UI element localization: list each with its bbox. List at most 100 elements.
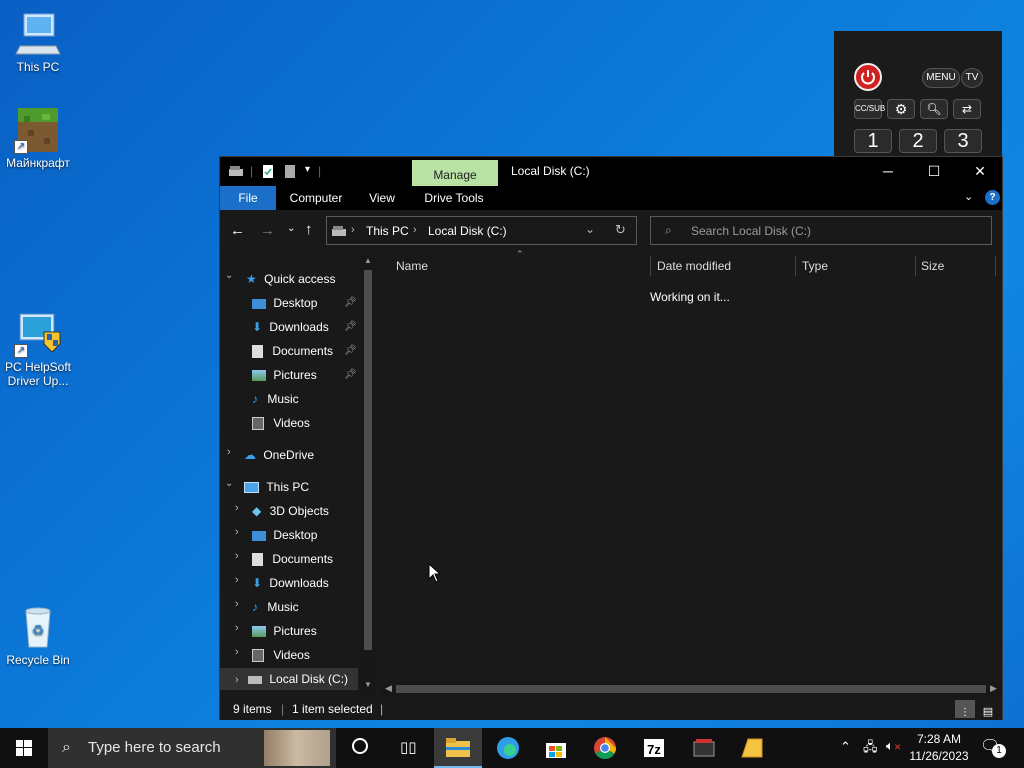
expand-ribbon-icon[interactable]: ⌄ bbox=[964, 190, 973, 203]
properties-icon[interactable] bbox=[262, 164, 274, 179]
nav-quick-videos[interactable]: Videos bbox=[252, 412, 310, 434]
nav-scrollbar-thumb[interactable] bbox=[364, 270, 372, 650]
taskbar-file-explorer[interactable] bbox=[434, 728, 482, 768]
nav-pc-documents[interactable]: Documents bbox=[252, 548, 333, 570]
back-arrow-icon[interactable]: ← bbox=[230, 222, 245, 239]
nav-pc-videos[interactable]: Videos bbox=[252, 644, 310, 666]
nav-quick-downloads[interactable]: ⬇ Downloads 📌︎ bbox=[252, 316, 360, 338]
chevron-down-icon[interactable]: ⌄ bbox=[225, 270, 233, 281]
pin-icon[interactable]: 📌︎ bbox=[344, 340, 357, 362]
taskbar-app-media[interactable] bbox=[680, 728, 728, 768]
chevron-right-icon[interactable]: › bbox=[235, 502, 239, 514]
chevron-right-icon[interactable]: › bbox=[235, 646, 239, 658]
nav-pc-music[interactable]: ♪ Music bbox=[252, 596, 299, 618]
show-hidden-icons-chevron-icon[interactable]: ⌃ bbox=[840, 739, 851, 755]
action-center-button[interactable]: 🗨︎ 1 bbox=[980, 736, 1010, 760]
column-date-modified[interactable]: Date modified bbox=[657, 254, 731, 278]
taskbar-edge[interactable] bbox=[484, 728, 532, 768]
pin-icon[interactable]: 📌︎ bbox=[344, 292, 357, 314]
sort-up-icon: ⌃ bbox=[516, 249, 524, 259]
chevron-right-icon[interactable]: › bbox=[235, 550, 239, 562]
refresh-icon[interactable]: ↻ bbox=[615, 222, 626, 238]
nav-quick-desktop[interactable]: Desktop 📌︎ bbox=[252, 292, 360, 314]
nav-quick-pictures[interactable]: Pictures 📌︎ bbox=[252, 364, 360, 386]
cc-sub-button[interactable]: CC/SUB bbox=[854, 99, 885, 119]
nav-quick-music[interactable]: ♪ Music bbox=[252, 388, 299, 410]
cortana-button[interactable] bbox=[336, 728, 384, 768]
number-3-button[interactable]: 3 bbox=[944, 129, 982, 153]
help-icon[interactable]: ? bbox=[985, 190, 1000, 205]
system-clock[interactable]: 7:28 AM 11/26/2023 bbox=[906, 731, 972, 765]
desktop-icon-minecraft[interactable]: ↗ Майнкрафт bbox=[0, 106, 76, 170]
tab-computer[interactable]: Computer bbox=[282, 186, 350, 210]
chevron-right-icon[interactable]: › bbox=[235, 526, 239, 538]
up-arrow-icon[interactable]: ↑ bbox=[305, 221, 313, 238]
minimize-button[interactable]: ─ bbox=[865, 157, 911, 186]
taskbar-store[interactable] bbox=[532, 728, 580, 768]
nav-quick-documents[interactable]: Documents 📌︎ bbox=[252, 340, 360, 362]
tab-manage[interactable]: Manage bbox=[412, 160, 498, 187]
nav-pc-3d-objects[interactable]: ◆ 3D Objects bbox=[252, 500, 329, 522]
chevron-right-icon[interactable]: › bbox=[235, 598, 239, 610]
desktop-icon-recycle-bin[interactable]: ♻ Recycle Bin bbox=[0, 603, 76, 667]
nav-this-pc[interactable]: This PC bbox=[244, 476, 309, 498]
tab-file[interactable]: File bbox=[220, 186, 276, 210]
nav-pc-downloads[interactable]: ⬇ Downloads bbox=[252, 572, 329, 594]
nav-pc-desktop[interactable]: Desktop bbox=[252, 524, 317, 546]
settings-button[interactable]: ⚙ bbox=[887, 99, 915, 119]
pin-icon[interactable]: 📌︎ bbox=[344, 316, 357, 338]
search-input[interactable]: ⌕ Search Local Disk (C:) bbox=[650, 216, 992, 245]
number-2-button[interactable]: 2 bbox=[899, 129, 937, 153]
taskbar-search-box[interactable]: ⌕ Type here to search bbox=[48, 728, 336, 768]
breadcrumb-local-disk[interactable]: Local Disk (C:) bbox=[428, 224, 507, 238]
search-button[interactable]: 🔍︎ bbox=[920, 99, 948, 119]
tv-button[interactable]: TV bbox=[961, 68, 983, 88]
menu-button[interactable]: MENU bbox=[922, 68, 960, 88]
file-list[interactable]: ⌃ Name Date modified Type Size Working o… bbox=[380, 249, 1002, 692]
chevron-right-icon[interactable]: › bbox=[235, 622, 239, 634]
nav-pc-local-disk[interactable]: › Local Disk (C:) bbox=[220, 668, 358, 690]
column-size[interactable]: Size bbox=[921, 254, 944, 278]
chevron-right-icon[interactable]: › bbox=[227, 446, 231, 458]
taskbar-7zip[interactable]: 7z bbox=[630, 728, 678, 768]
pin-icon[interactable]: 📌︎ bbox=[344, 364, 357, 386]
column-type[interactable]: Type bbox=[802, 254, 828, 278]
tab-drive-tools[interactable]: Drive Tools bbox=[414, 186, 494, 210]
forward-arrow-icon[interactable]: → bbox=[260, 222, 275, 239]
input-button[interactable]: ⇄ bbox=[953, 99, 981, 119]
large-icons-view-button[interactable]: ▤ bbox=[978, 700, 998, 718]
column-name[interactable]: Name bbox=[396, 254, 428, 278]
tab-view[interactable]: View bbox=[360, 186, 404, 210]
volume-muted-icon[interactable]: 🔈︎✕ bbox=[886, 738, 901, 754]
scroll-right-icon[interactable]: ▶ bbox=[990, 683, 997, 694]
new-folder-icon[interactable] bbox=[284, 164, 296, 179]
network-icon[interactable]: 🖧︎ bbox=[863, 738, 878, 760]
close-button[interactable]: ✕ bbox=[957, 157, 1003, 186]
desktop-icon-pc-helpsoft[interactable]: ↗ PC HelpSoft Driver Up... bbox=[0, 310, 76, 388]
task-view-button[interactable]: ▯▯ bbox=[384, 728, 432, 768]
scroll-left-icon[interactable]: ◀ bbox=[385, 683, 392, 694]
address-dropdown-icon[interactable]: ⌄ bbox=[585, 222, 595, 236]
qat-dropdown-icon[interactable]: ▾ bbox=[305, 164, 310, 175]
taskbar-app-notes[interactable] bbox=[728, 728, 776, 768]
scroll-down-icon[interactable]: ▼ bbox=[364, 680, 372, 689]
address-bar[interactable]: › This PC › Local Disk (C:) ⌄ ↻ bbox=[326, 216, 637, 245]
maximize-button[interactable]: ☐ bbox=[911, 157, 957, 186]
nav-quick-access[interactable]: ★ Quick access bbox=[246, 268, 335, 290]
taskbar-chrome[interactable] bbox=[581, 728, 629, 768]
power-button[interactable] bbox=[854, 63, 882, 91]
nav-onedrive[interactable]: ☁ OneDrive bbox=[244, 444, 314, 466]
scroll-up-icon[interactable]: ▲ bbox=[364, 256, 372, 265]
breadcrumb-this-pc[interactable]: This PC bbox=[366, 224, 409, 238]
number-1-button[interactable]: 1 bbox=[854, 129, 892, 153]
horizontal-scrollbar-thumb[interactable] bbox=[396, 685, 986, 693]
start-button[interactable] bbox=[0, 728, 48, 768]
nav-pc-pictures[interactable]: Pictures bbox=[252, 620, 317, 642]
desktop-icon-this-pc[interactable]: This PC bbox=[0, 10, 76, 74]
chevron-right-icon[interactable]: › bbox=[235, 574, 239, 586]
chevron-down-icon[interactable]: ⌄ bbox=[225, 478, 233, 489]
details-view-button[interactable]: ⋮ bbox=[955, 700, 975, 718]
nav-scrollbar[interactable]: ▲ ▼ bbox=[361, 254, 375, 694]
recent-locations-icon[interactable]: ⌄ bbox=[287, 223, 295, 234]
horizontal-scrollbar[interactable]: ◀ ▶ bbox=[382, 681, 1002, 697]
